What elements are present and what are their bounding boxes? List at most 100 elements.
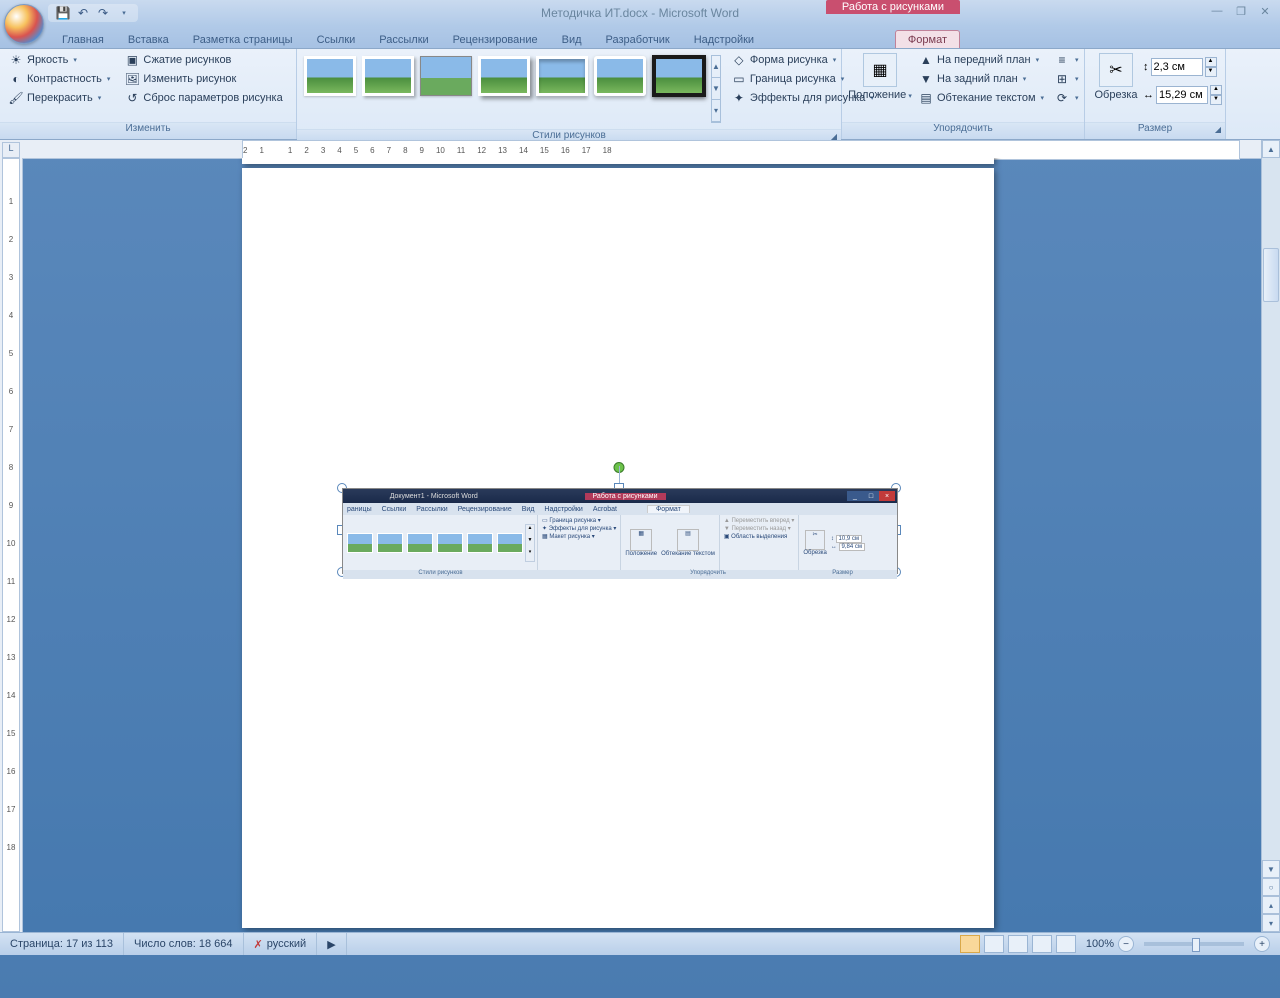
back-icon: ▼ xyxy=(918,71,934,87)
width-up[interactable]: ▲ xyxy=(1210,85,1222,95)
tab-references[interactable]: Ссылки xyxy=(305,31,368,48)
contrast-button[interactable]: ◐Контрастность xyxy=(4,70,114,88)
window-title: Методичка ИТ.docx - Microsoft Word xyxy=(541,6,739,20)
word-count-status[interactable]: Число слов: 18 664 xyxy=(124,933,243,955)
vertical-ruler[interactable]: 123456789101112131415161718 xyxy=(0,140,23,932)
height-input[interactable]: ↕ ▲▼ xyxy=(1143,57,1222,77)
tab-addins[interactable]: Надстройки xyxy=(682,31,766,48)
redo-icon[interactable]: ↷ xyxy=(96,6,110,20)
height-field[interactable] xyxy=(1151,58,1203,76)
reset-icon: ↺ xyxy=(124,90,140,106)
zoom-in-button[interactable]: + xyxy=(1254,936,1270,952)
qat-more-icon[interactable] xyxy=(116,6,130,20)
tab-selector[interactable]: L xyxy=(2,142,20,158)
inner-tabs: раницыСсылкиРассылкиРецензированиеВидНад… xyxy=(343,503,897,515)
gallery-more-icon[interactable]: ▾ xyxy=(712,100,720,122)
group-icon: ⊞ xyxy=(1054,71,1070,87)
zoom-slider[interactable] xyxy=(1144,942,1244,946)
web-layout-view[interactable] xyxy=(1008,935,1028,953)
vertical-scrollbar[interactable]: ▲ ▼ ○ ▴ ▾ xyxy=(1261,140,1280,932)
browse-object-icon[interactable]: ○ xyxy=(1262,878,1280,896)
tab-home[interactable]: Главная xyxy=(50,31,116,48)
picture-style-1[interactable] xyxy=(304,56,356,96)
bring-front-button[interactable]: ▲На передний план xyxy=(914,51,1048,69)
align-icon: ≡ xyxy=(1054,52,1070,68)
recolor-button[interactable]: 🖌Перекрасить xyxy=(4,89,114,107)
page-number-status[interactable]: Страница: 17 из 113 xyxy=(0,933,124,955)
next-page-icon[interactable]: ▾ xyxy=(1262,914,1280,932)
horizontal-ruler[interactable]: 21123456789101112131415161718 xyxy=(22,140,1280,159)
picture-style-7[interactable] xyxy=(652,55,706,97)
width-down[interactable]: ▼ xyxy=(1210,95,1222,105)
picture-tools-label: Работа с рисунками xyxy=(826,0,960,14)
wrap-icon: ▤ xyxy=(918,90,934,106)
selected-picture[interactable]: Документ1 - Microsoft Word Работа с рису… xyxy=(342,488,896,572)
change-picture-button[interactable]: 🖼Изменить рисунок xyxy=(120,70,286,88)
rotate-button[interactable]: ⟳ xyxy=(1050,89,1083,107)
group-button[interactable]: ⊞ xyxy=(1050,70,1083,88)
document-area: 123456789101112131415161718 L 2112345678… xyxy=(0,140,1280,932)
status-bar: Страница: 17 из 113 Число слов: 18 664 ✗… xyxy=(0,932,1280,955)
tab-format[interactable]: Формат xyxy=(895,30,960,48)
gallery-down-icon[interactable]: ▼ xyxy=(712,78,720,100)
tab-view[interactable]: Вид xyxy=(550,31,594,48)
proofing-status[interactable]: ✗русский xyxy=(244,933,318,955)
scroll-down-icon[interactable]: ▼ xyxy=(1262,860,1280,878)
align-button[interactable]: ≡ xyxy=(1050,51,1083,69)
macro-status[interactable]: ▶ xyxy=(317,933,346,955)
height-up[interactable]: ▲ xyxy=(1205,57,1217,67)
effects-icon: ✦ xyxy=(731,90,747,106)
zoom-knob[interactable] xyxy=(1192,938,1200,952)
tab-review[interactable]: Рецензирование xyxy=(441,31,550,48)
scroll-thumb[interactable] xyxy=(1263,248,1279,302)
save-icon[interactable]: 💾 xyxy=(56,6,70,20)
reset-picture-button[interactable]: ↺Сброс параметров рисунка xyxy=(120,89,286,107)
tab-page-layout[interactable]: Разметка страницы xyxy=(181,31,305,48)
compress-pictures-button[interactable]: ▣Сжатие рисунков xyxy=(120,51,286,69)
picture-style-2[interactable] xyxy=(362,56,414,96)
zoom-out-button[interactable]: − xyxy=(1118,936,1134,952)
tab-insert[interactable]: Вставка xyxy=(116,31,181,48)
size-dialog-launcher[interactable]: ◢ xyxy=(1213,125,1223,135)
send-back-button[interactable]: ▼На задний план xyxy=(914,70,1048,88)
tab-mailings[interactable]: Рассылки xyxy=(367,31,440,48)
position-button[interactable]: ▦ Положение xyxy=(846,51,914,103)
picture-style-6[interactable] xyxy=(594,56,646,96)
rotate-icon: ⟳ xyxy=(1054,90,1070,106)
undo-icon[interactable]: ↶ xyxy=(76,6,90,20)
office-button[interactable] xyxy=(4,4,44,44)
group-size-label: Размер◢ xyxy=(1085,122,1225,139)
picture-style-3[interactable] xyxy=(420,56,472,96)
picture-style-5[interactable] xyxy=(536,56,588,96)
outline-view[interactable] xyxy=(1032,935,1052,953)
ribbon: ☀Яркость ◐Контрастность 🖌Перекрасить ▣Сж… xyxy=(0,49,1280,140)
picture-style-4[interactable] xyxy=(478,56,530,96)
zoom-level[interactable]: 100% xyxy=(1086,938,1114,950)
close-button[interactable]: ✕ xyxy=(1256,4,1274,18)
crop-button[interactable]: ✂ Обрезка xyxy=(1089,51,1143,103)
inner-min-icon: _ xyxy=(847,491,863,501)
gallery-up-icon[interactable]: ▲ xyxy=(712,56,720,78)
prev-page-icon[interactable]: ▴ xyxy=(1262,896,1280,914)
scroll-up-icon[interactable]: ▲ xyxy=(1262,140,1280,158)
brightness-button[interactable]: ☀Яркость xyxy=(4,51,114,69)
width-field[interactable] xyxy=(1156,86,1208,104)
macro-icon: ▶ xyxy=(327,938,335,951)
previous-page-edge xyxy=(242,158,994,164)
print-layout-view[interactable] xyxy=(960,935,980,953)
text-wrap-button[interactable]: ▤Обтекание текстом xyxy=(914,89,1048,107)
inner-title: Документ1 - Microsoft Word xyxy=(343,493,525,500)
full-screen-view[interactable] xyxy=(984,935,1004,953)
page[interactable]: Документ1 - Microsoft Word Работа с рису… xyxy=(242,168,994,928)
gallery-scroll[interactable]: ▲▼▾ xyxy=(711,55,721,123)
border-icon: ▭ xyxy=(731,71,747,87)
contrast-icon: ◐ xyxy=(8,71,24,87)
restore-button[interactable]: ❐ xyxy=(1232,4,1250,18)
crop-icon: ✂ xyxy=(1099,53,1133,87)
height-icon: ↕ xyxy=(1143,61,1149,73)
draft-view[interactable] xyxy=(1056,935,1076,953)
height-down[interactable]: ▼ xyxy=(1205,67,1217,77)
tab-developer[interactable]: Разработчик xyxy=(594,31,682,48)
minimize-button[interactable]: — xyxy=(1208,4,1226,18)
width-input[interactable]: ↔▲▼ xyxy=(1143,85,1222,105)
